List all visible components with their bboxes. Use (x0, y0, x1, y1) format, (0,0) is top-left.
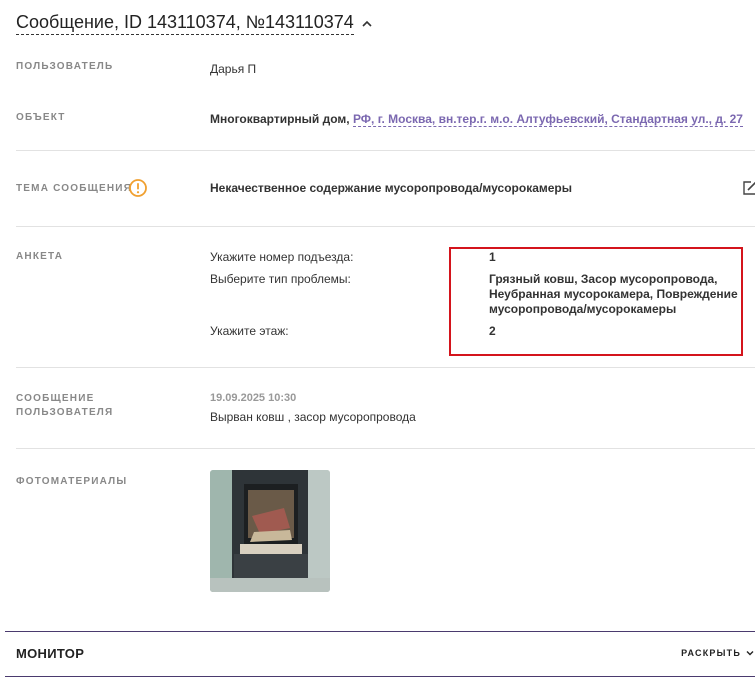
message-label: СООБЩЕНИЕ ПОЛЬЗОВАТЕЛЯ (16, 392, 113, 420)
divider (16, 150, 755, 151)
monitor-bottom-border (5, 676, 755, 677)
page-header: Сообщение, ID 143110374, №143110374 (16, 12, 374, 35)
message-date: 19.09.2025 10:30 (210, 392, 297, 404)
warning-icon[interactable] (129, 179, 147, 197)
chevron-down-icon (746, 651, 754, 656)
photo-thumbnail[interactable] (210, 470, 330, 592)
edit-icon[interactable] (742, 180, 755, 196)
object-label: ОБЪЕКТ (16, 112, 66, 123)
survey-question: Укажите этаж: (210, 324, 289, 338)
topic-value: Некачественное содержание мусоропровода/… (210, 181, 572, 195)
chevron-up-icon[interactable] (360, 17, 374, 31)
object-type: Многоквартирный дом, (210, 112, 350, 126)
user-label: ПОЛЬЗОВАТЕЛЬ (16, 61, 114, 72)
monitor-top-border (5, 631, 755, 632)
monitor-title: МОНИТОР (16, 646, 85, 661)
garbage-chute-photo (210, 470, 330, 592)
expand-button[interactable]: РАСКРЫТЬ (681, 648, 755, 658)
survey-question: Выберите тип проблемы: (210, 272, 351, 286)
message-label-line: СООБЩЕНИЕ (16, 393, 95, 404)
divider (16, 367, 755, 368)
survey-label: АНКЕТА (16, 251, 64, 262)
message-label-line: ПОЛЬЗОВАТЕЛЯ (16, 407, 114, 418)
user-value: Дарья П (210, 62, 257, 76)
page-title[interactable]: Сообщение, ID 143110374, №143110374 (16, 12, 354, 35)
expand-label: РАСКРЫТЬ (681, 648, 741, 658)
object-value: Многоквартирный дом, РФ, г. Москва, вн.т… (210, 112, 743, 127)
highlight-box (449, 247, 743, 356)
survey-question: Укажите номер подъезда: (210, 250, 354, 264)
divider (16, 226, 755, 227)
message-text: Вырван ковш , засор мусоропровода (210, 410, 416, 424)
divider (16, 448, 755, 449)
topic-label: ТЕМА СООБЩЕНИЯ (16, 183, 133, 194)
object-address-link[interactable]: РФ, г. Москва, вн.тер.г. м.о. Алтуфьевск… (352, 112, 743, 127)
photos-label: ФОТОМАТЕРИАЛЫ (16, 476, 128, 487)
